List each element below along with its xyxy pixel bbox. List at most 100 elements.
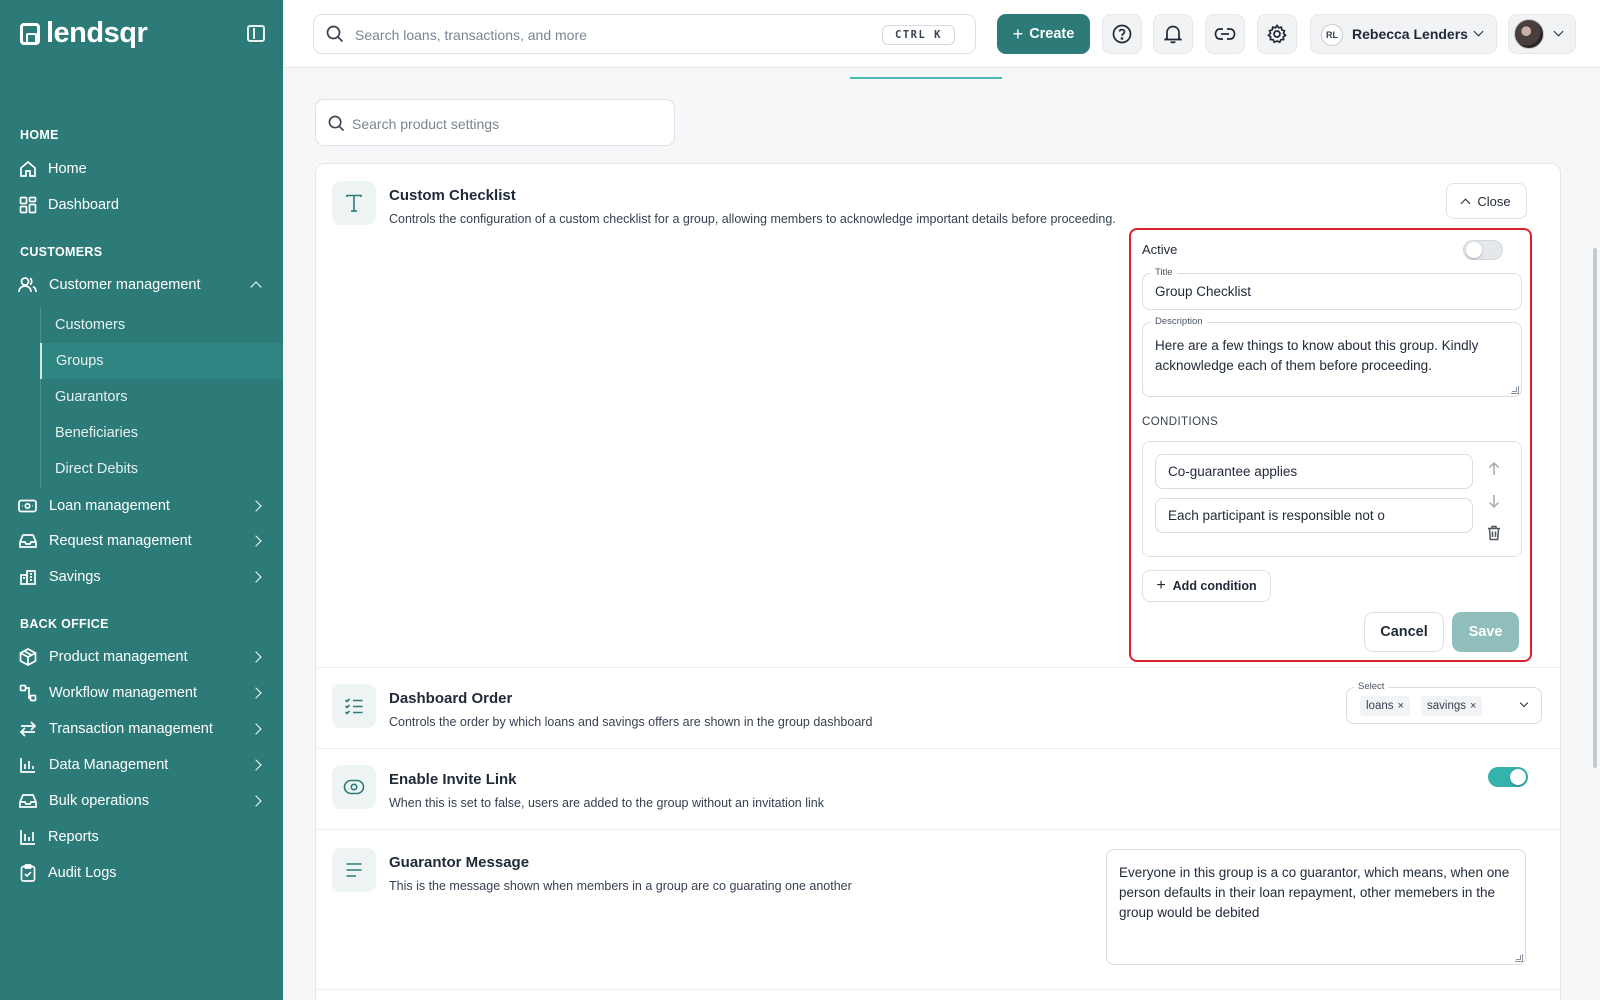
sidebar-item-home[interactable]: Home <box>0 151 283 187</box>
sidebar-item-label: Home <box>48 161 87 177</box>
active-toggle[interactable] <box>1463 240 1503 260</box>
sidebar-item-label: Savings <box>49 569 101 585</box>
sidebar-collapse-icon[interactable] <box>247 25 265 42</box>
link-button[interactable] <box>1205 14 1245 54</box>
add-condition-button[interactable]: + Add condition <box>1142 570 1271 602</box>
guarantor-message-value: Everyone in this group is a co guarantor… <box>1119 865 1510 920</box>
chevron-down-icon <box>1473 26 1484 37</box>
description-field-legend: Description <box>1151 316 1207 327</box>
plus-icon: + <box>1156 577 1166 594</box>
global-search[interactable]: CTRL K <box>313 14 976 54</box>
sidebar-item-bulk-operations[interactable]: Bulk operations <box>0 783 283 819</box>
resize-handle-icon[interactable] <box>1515 954 1523 962</box>
custom-checklist-editor: Active Title Group Checklist Description… <box>1129 228 1532 662</box>
chevron-right-icon <box>250 795 262 807</box>
setting-title: Custom Checklist <box>389 187 516 204</box>
brand-logo[interactable]: lendsqr <box>20 17 148 50</box>
sidebar-item-customer-management[interactable]: Customer management <box>0 267 283 303</box>
description-field[interactable]: Description Here are a few things to kno… <box>1142 316 1522 397</box>
sidebar-item-label: Dashboard <box>48 197 119 213</box>
savings-icon <box>18 568 37 587</box>
close-button-label: Close <box>1477 193 1511 209</box>
dashboard-order-select[interactable]: Select loans × savings × <box>1346 681 1542 724</box>
condition-input[interactable] <box>1155 498 1473 533</box>
reports-icon <box>18 828 37 847</box>
org-name: Rebecca Lenders <box>1352 26 1468 42</box>
guarantor-message-textarea[interactable]: Everyone in this group is a co guarantor… <box>1106 849 1526 965</box>
trash-icon[interactable] <box>1487 525 1501 541</box>
chip-label: loans <box>1366 700 1394 712</box>
home-icon <box>18 160 37 179</box>
create-button[interactable]: + Create <box>997 14 1090 54</box>
sidebar-item-request-management[interactable]: Request management <box>0 523 283 559</box>
user-menu[interactable] <box>1508 14 1576 54</box>
sidebar-item-reports[interactable]: Reports <box>0 819 283 855</box>
divider <box>316 989 1562 990</box>
invite-link-toggle[interactable] <box>1488 767 1528 787</box>
sidebar-item-data-management[interactable]: Data Management <box>0 747 283 783</box>
select-legend: Select <box>1354 681 1389 692</box>
setting-title: Dashboard Order <box>389 690 513 707</box>
sidebar-item-dashboard[interactable]: Dashboard <box>0 187 283 223</box>
sidebar-item-transaction-management[interactable]: Transaction management <box>0 711 283 747</box>
product-settings-search-input[interactable] <box>352 114 652 134</box>
arrow-down-icon[interactable] <box>1487 493 1501 509</box>
chevron-right-icon <box>250 535 262 547</box>
chevron-down-icon <box>1519 698 1529 708</box>
sidebar-item-label: Data Management <box>49 757 169 773</box>
setting-description: This is the message shown when members i… <box>389 879 852 893</box>
title-field-legend: Title <box>1151 267 1177 278</box>
inbox-icon <box>18 532 37 551</box>
chip-remove-icon[interactable]: × <box>1470 700 1476 712</box>
sidebar-subitem-customers[interactable]: Customers <box>40 307 283 343</box>
sidebar-item-label: Loan management <box>49 498 170 514</box>
users-icon <box>18 276 37 295</box>
condition-input[interactable] <box>1155 454 1473 489</box>
sidebar-item-savings[interactable]: Savings <box>0 559 283 595</box>
organization-switcher[interactable]: RL Rebecca Lenders <box>1310 14 1497 54</box>
save-button[interactable]: Save <box>1452 612 1519 652</box>
notifications-button[interactable] <box>1153 14 1193 54</box>
sidebar-item-audit-logs[interactable]: Audit Logs <box>0 855 283 891</box>
close-button[interactable]: Close <box>1446 183 1527 219</box>
global-search-input[interactable] <box>355 24 855 46</box>
page-scrollbar[interactable] <box>1593 248 1597 768</box>
sidebar-subitem-guarantors[interactable]: Guarantors <box>40 379 283 415</box>
chip-remove-icon[interactable]: × <box>1398 700 1404 712</box>
setting-description: When this is set to false, users are add… <box>389 796 824 810</box>
transfer-icon <box>18 720 37 739</box>
money-icon <box>18 497 37 516</box>
chevron-up-icon <box>1460 198 1471 208</box>
add-condition-label: Add condition <box>1172 579 1257 593</box>
eye-icon <box>332 765 376 809</box>
main-content: Custom Checklist Controls the configurat… <box>283 68 1600 1000</box>
setting-title: Guarantor Message <box>389 854 530 871</box>
sidebar-item-product-management[interactable]: Product management <box>0 639 283 675</box>
sidebar-item-loan-management[interactable]: Loan management <box>0 488 283 524</box>
sidebar-item-workflow-management[interactable]: Workflow management <box>0 675 283 711</box>
title-field-value: Group Checklist <box>1155 284 1252 299</box>
chevron-right-icon <box>250 651 262 663</box>
arrow-up-icon[interactable] <box>1487 461 1501 477</box>
box-icon <box>18 648 37 667</box>
sidebar-subitem-direct-debits[interactable]: Direct Debits <box>40 451 283 487</box>
sidebar-subitem-groups[interactable]: Groups <box>40 343 283 379</box>
cancel-button[interactable]: Cancel <box>1364 612 1444 652</box>
title-field[interactable]: Title Group Checklist <box>1142 267 1522 310</box>
create-button-label: Create <box>1029 26 1075 42</box>
dashboard-icon <box>18 196 37 215</box>
chevron-right-icon <box>250 571 262 583</box>
help-button[interactable] <box>1102 14 1142 54</box>
sidebar-item-label: Transaction management <box>49 721 213 737</box>
sidebar-item-label: Workflow management <box>49 685 198 701</box>
inbox-icon <box>18 792 37 811</box>
section-label-home: HOME <box>20 128 59 142</box>
sidebar-subitem-beneficiaries[interactable]: Beneficiaries <box>40 415 283 451</box>
top-header: CTRL K + Create RL Rebecca Lenders <box>283 0 1600 68</box>
chevron-up-icon <box>250 281 262 293</box>
resize-handle-icon[interactable] <box>1511 386 1519 394</box>
avatar <box>1514 19 1544 49</box>
setting-title: Enable Invite Link <box>389 771 517 788</box>
settings-button[interactable] <box>1257 14 1297 54</box>
product-settings-search[interactable] <box>315 99 675 146</box>
